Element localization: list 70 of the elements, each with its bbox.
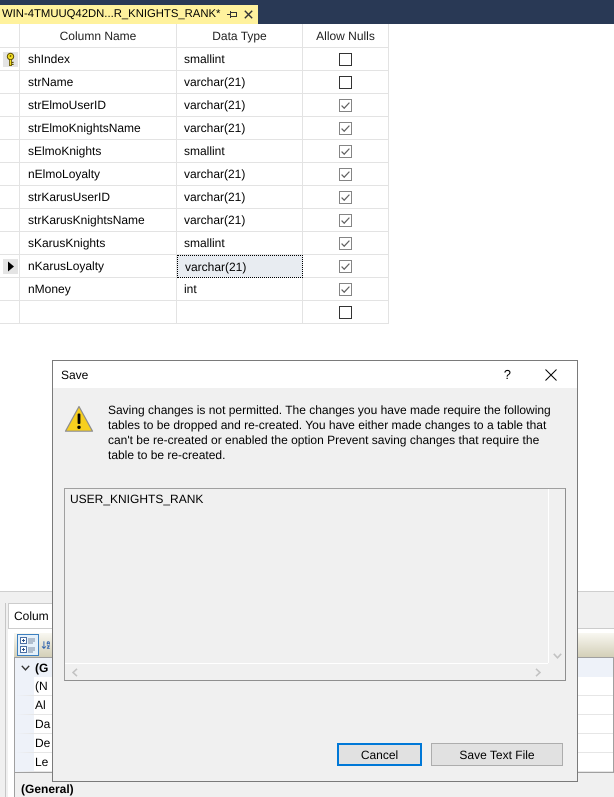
property-label: De — [35, 737, 50, 749]
save-text-file-button[interactable]: Save Text File — [431, 743, 563, 766]
table-cell: varchar(21) — [177, 255, 303, 278]
table-cell: strElmoKnightsName — [20, 117, 177, 140]
pin-icon[interactable] — [227, 10, 238, 19]
category-label: (G — [35, 662, 48, 674]
table-cell: sElmoKnights — [20, 140, 177, 163]
row-selector-cell[interactable] — [0, 186, 20, 209]
close-icon[interactable] — [244, 10, 254, 19]
cancel-button[interactable]: Cancel — [337, 743, 422, 766]
document-tab[interactable]: WIN-4TMUUQ42DN...R_KNIGHTS_RANK* — [0, 5, 258, 24]
checkbox[interactable] — [339, 52, 352, 66]
property-label: Al — [35, 699, 46, 711]
help-button[interactable]: ? — [504, 368, 511, 381]
table-cell: sKarusKnights — [20, 232, 177, 255]
chevron-down-icon[interactable] — [21, 664, 30, 670]
property-label: (N — [35, 680, 48, 692]
property-label: Le — [35, 756, 48, 768]
checkbox[interactable] — [339, 282, 352, 296]
table-cell: strName — [20, 71, 177, 94]
checkbox[interactable] — [339, 76, 352, 88]
row-selector-cell[interactable] — [0, 94, 20, 117]
table-cell: strElmoUserID — [20, 94, 177, 117]
table-cell: varchar(21) — [177, 186, 303, 209]
row-selector-cell[interactable] — [0, 255, 20, 278]
table-cell: nMoney — [20, 278, 177, 301]
sort-az-icon[interactable] — [41, 640, 51, 650]
table-cell: smallint — [177, 48, 303, 71]
table-cell: int — [177, 278, 303, 301]
row-selector-cell[interactable] — [0, 278, 20, 301]
message-text: Saving changes is not permitted. The changes you have made require the following tables to be dropped and re-created. You have either made changes to a table that can't be re-created or enabled the option Prevent saving changes that require the table to be re-created. — [108, 403, 552, 463]
checkbox[interactable] — [339, 260, 352, 272]
warning-icon — [64, 405, 94, 433]
row-selector-cell[interactable] — [0, 117, 20, 140]
table-cell: nElmoLoyalty — [20, 163, 177, 186]
table-cell: smallint — [177, 140, 303, 163]
corner-header-cell — [0, 24, 20, 48]
column-header[interactable]: Data Type — [177, 24, 303, 48]
checkbox[interactable] — [339, 214, 352, 226]
checkbox[interactable] — [339, 306, 352, 318]
column-header[interactable]: Column Name — [20, 24, 177, 48]
checkbox[interactable] — [339, 168, 352, 180]
column-header[interactable]: Allow Nulls — [303, 24, 389, 48]
close-icon[interactable] — [545, 368, 557, 380]
property-label: Da — [35, 718, 50, 730]
checkbox[interactable] — [339, 236, 352, 250]
table-cell: shIndex — [20, 48, 177, 71]
properties-tab[interactable]: Colum — [8, 603, 55, 628]
checkbox[interactable] — [339, 144, 352, 158]
table-cell: strKarusKnightsName — [20, 209, 177, 232]
row-selector-cell[interactable] — [0, 71, 20, 94]
list-item: USER_KNIGHTS_RANK — [70, 492, 204, 507]
row-selector-cell[interactable] — [0, 163, 20, 186]
table-cell: strKarusUserID — [20, 186, 177, 209]
table-cell: varchar(21) — [177, 117, 303, 140]
table-cell: varchar(21) — [177, 209, 303, 232]
categorized-list-icon[interactable] — [17, 634, 39, 656]
dialog-title: Save — [61, 366, 88, 384]
checkbox[interactable] — [339, 122, 352, 134]
table-cell: varchar(21) — [177, 163, 303, 186]
table-cell: varchar(21) — [177, 71, 303, 94]
row-selector-cell[interactable] — [0, 140, 20, 163]
checkbox[interactable] — [339, 190, 352, 204]
row-selector-cell[interactable] — [0, 232, 20, 255]
description-title: (General) — [21, 782, 74, 796]
checkbox[interactable] — [339, 98, 352, 112]
row-selector-cell[interactable] — [0, 301, 20, 324]
row-selector-cell[interactable] — [0, 48, 20, 71]
table-cell: varchar(21) — [177, 94, 303, 117]
row-selector-cell[interactable] — [0, 209, 20, 232]
